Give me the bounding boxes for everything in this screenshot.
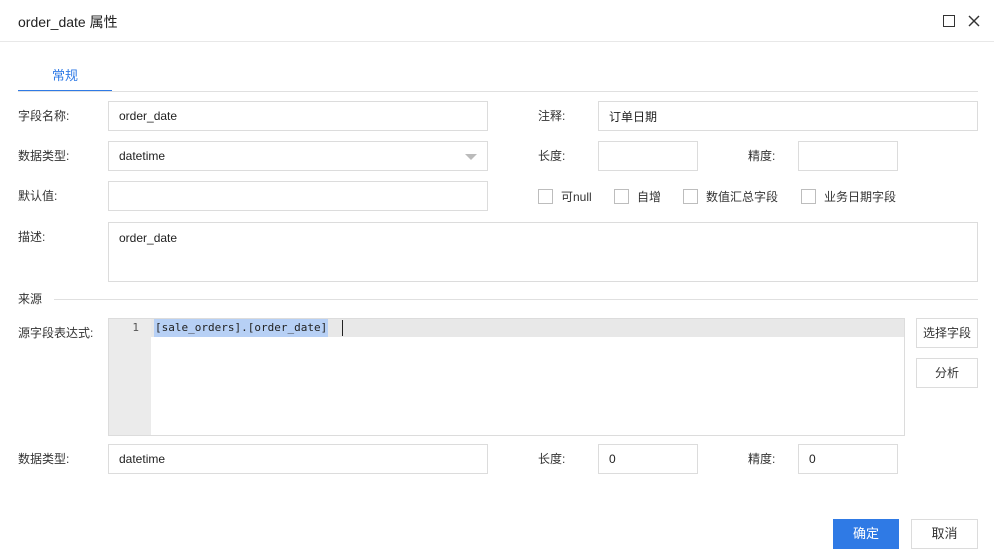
source-precision-input[interactable] xyxy=(798,444,898,474)
expression-code[interactable]: [sale_orders].[order_date] xyxy=(154,319,329,337)
source-expression-label: 源字段表达式: xyxy=(18,326,94,340)
analyze-button[interactable]: 分析 xyxy=(916,358,978,388)
checkbox-box[interactable] xyxy=(801,188,816,204)
tab-general[interactable]: 常规 xyxy=(18,62,112,92)
dialog-titlebar: order_date 属性 xyxy=(0,0,994,42)
source-precision-label: 精度: xyxy=(748,452,776,466)
field-name-input[interactable] xyxy=(108,101,488,131)
precision-label: 精度: xyxy=(748,149,776,163)
default-value-input[interactable] xyxy=(108,181,488,211)
tab-divider xyxy=(18,91,978,92)
source-length-input[interactable] xyxy=(598,444,698,474)
nullable-label: 可null xyxy=(561,189,592,204)
cancel-button[interactable]: 取消 xyxy=(911,519,978,549)
data-type-value: datetime xyxy=(119,149,166,163)
section-divider xyxy=(54,299,978,300)
select-field-button[interactable]: 选择字段 xyxy=(916,318,978,348)
checkbox-box[interactable] xyxy=(614,188,629,204)
close-icon xyxy=(968,15,980,27)
text-cursor xyxy=(342,320,343,336)
description-label: 描述: xyxy=(18,230,46,244)
checkbox-box[interactable] xyxy=(683,188,698,204)
dialog-title: order_date 属性 xyxy=(18,14,118,30)
editor-gutter: 1 xyxy=(109,319,151,435)
comment-input[interactable] xyxy=(598,101,978,131)
auto-increment-checkbox[interactable]: 自增 xyxy=(614,186,661,206)
comment-label: 注释: xyxy=(538,109,566,123)
numeric-summary-checkbox[interactable]: 数值汇总字段 xyxy=(683,186,778,206)
business-date-label: 业务日期字段 xyxy=(824,189,897,204)
data-type-label: 数据类型: xyxy=(18,149,70,163)
nullable-checkbox[interactable]: 可null xyxy=(538,186,592,206)
source-data-type-label: 数据类型: xyxy=(18,452,70,466)
precision-input[interactable] xyxy=(798,141,898,171)
field-name-label: 字段名称: xyxy=(18,109,70,123)
auto-increment-label: 自增 xyxy=(637,189,662,204)
dropdown-arrow-icon xyxy=(465,154,477,160)
line-number: 1 xyxy=(132,321,139,334)
description-textarea[interactable]: order_date xyxy=(108,222,978,282)
length-input[interactable] xyxy=(598,141,698,171)
business-date-checkbox[interactable]: 业务日期字段 xyxy=(801,186,896,206)
source-length-label: 长度: xyxy=(538,452,566,466)
ok-button[interactable]: 确定 xyxy=(833,519,899,549)
length-label: 长度: xyxy=(538,149,566,163)
source-data-type-input[interactable] xyxy=(108,444,488,474)
checkbox-box[interactable] xyxy=(538,188,553,204)
source-section-title: 来源 xyxy=(18,292,43,306)
maximize-button[interactable] xyxy=(941,13,957,29)
data-type-select[interactable]: datetime xyxy=(108,141,488,171)
maximize-icon xyxy=(943,15,955,27)
close-button[interactable] xyxy=(966,13,982,29)
numeric-summary-label: 数值汇总字段 xyxy=(706,189,779,204)
expression-editor[interactable]: 1 [sale_orders].[order_date] xyxy=(108,318,905,436)
default-value-label: 默认值: xyxy=(18,189,58,203)
